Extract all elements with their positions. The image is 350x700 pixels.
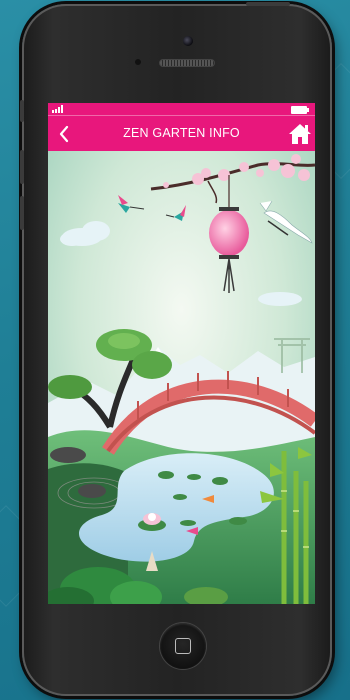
navigation-bar: ZEN GARTEN INFO [48,115,315,152]
phone-screen: ZEN GARTEN INFO [48,103,315,604]
home-button[interactable] [287,121,313,147]
earpiece-speaker [159,59,215,67]
volume-down-button [20,196,24,230]
home-square-icon [175,638,191,654]
front-camera [183,36,193,46]
home-icon [289,124,311,144]
battery-icon [291,106,309,114]
hardware-home-button[interactable] [160,623,206,669]
status-bar [48,103,315,115]
mute-switch [20,100,24,122]
signal-icon [52,105,66,113]
zen-garden-illustration [48,151,315,604]
volume-up-button [20,150,24,184]
page-title: ZEN GARTEN INFO [123,126,240,140]
power-button [246,2,290,6]
proximity-sensor [135,59,141,65]
